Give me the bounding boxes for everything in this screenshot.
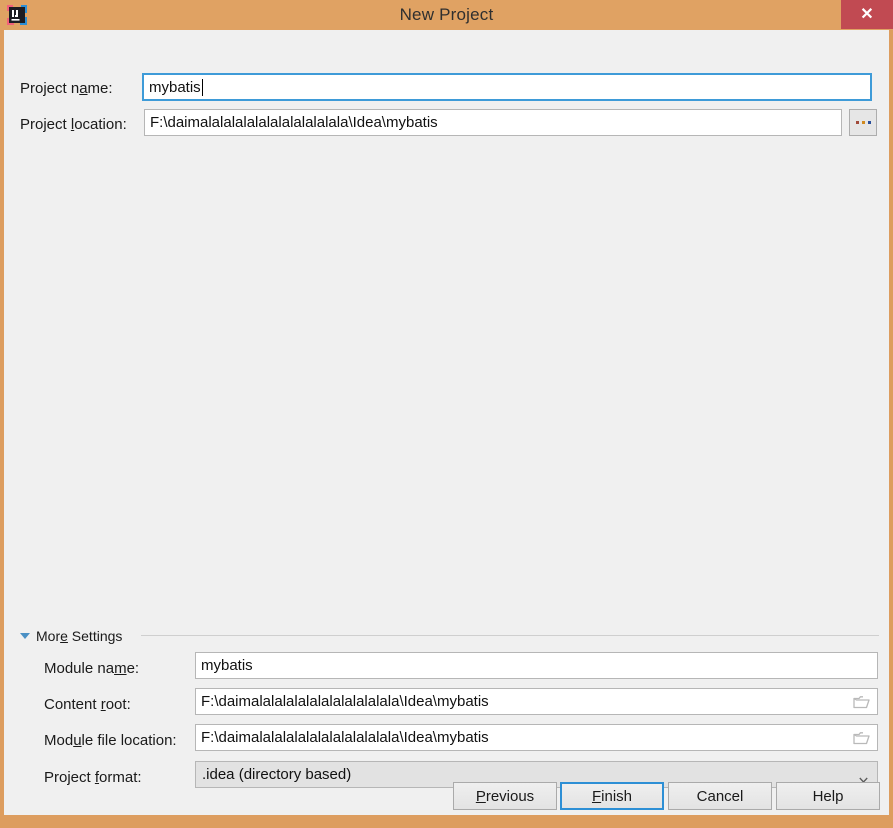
chevron-down-icon <box>859 772 868 783</box>
content-root-input[interactable]: F:\daimalalalalalalalalalalalala\Idea\my… <box>195 688 878 715</box>
project-name-input[interactable]: mybatis <box>142 73 872 101</box>
window-title: New Project <box>399 5 494 24</box>
ellipsis-dot-2 <box>861 121 865 124</box>
project-format-value: .idea (directory based) <box>202 766 352 783</box>
text-caret <box>201 78 203 96</box>
content-root-label: Content root: <box>44 696 131 713</box>
ellipsis-dot-1 <box>855 121 859 124</box>
title-bar: New Project ✕ <box>0 0 893 30</box>
project-name-value: mybatis <box>149 78 201 96</box>
ellipsis-dot-3 <box>867 121 871 124</box>
finish-button[interactable]: Finish <box>560 782 664 810</box>
browse-button[interactable] <box>849 109 877 136</box>
more-settings-toggle[interactable]: More Settings <box>20 628 122 644</box>
project-format-label: Project format: <box>44 769 142 786</box>
module-file-location-value: F:\daimalalalalalalalalalalalala\Idea\my… <box>201 729 489 746</box>
new-project-dialog: New Project ✕ Project name: mybatis Proj… <box>0 0 893 828</box>
module-file-location-input[interactable]: F:\daimalalalalalalalalalalalala\Idea\my… <box>195 724 878 751</box>
help-button[interactable]: Help <box>776 782 880 810</box>
chevron-down-icon <box>20 633 30 639</box>
cancel-button[interactable]: Cancel <box>668 782 772 810</box>
module-file-location-label: Module file location: <box>44 732 177 749</box>
previous-button[interactable]: Previous <box>453 782 557 810</box>
module-name-value: mybatis <box>201 657 253 674</box>
project-location-label: Project location: <box>20 116 127 133</box>
project-name-label: Project name: <box>20 80 113 97</box>
module-name-input[interactable]: mybatis <box>195 652 878 679</box>
content-root-value: F:\daimalalalalalalalalalalalala\Idea\my… <box>201 693 489 710</box>
close-icon: ✕ <box>860 6 874 23</box>
help-button-label: Help <box>812 787 844 805</box>
close-button[interactable]: ✕ <box>841 0 893 29</box>
more-settings-separator <box>141 635 879 636</box>
cancel-button-label: Cancel <box>696 787 744 805</box>
more-settings-label: More Settings <box>36 628 123 644</box>
module-name-label: Module name: <box>44 660 140 677</box>
project-location-value: F:\daimalalalalalalalalalalalala\Idea\my… <box>150 114 438 131</box>
folder-icon[interactable] <box>853 731 870 745</box>
project-location-input[interactable]: F:\daimalalalalalalalalalalalala\Idea\my… <box>144 109 842 136</box>
dialog-body: Project name: mybatis Project location: … <box>4 30 889 815</box>
folder-icon[interactable] <box>853 695 870 709</box>
